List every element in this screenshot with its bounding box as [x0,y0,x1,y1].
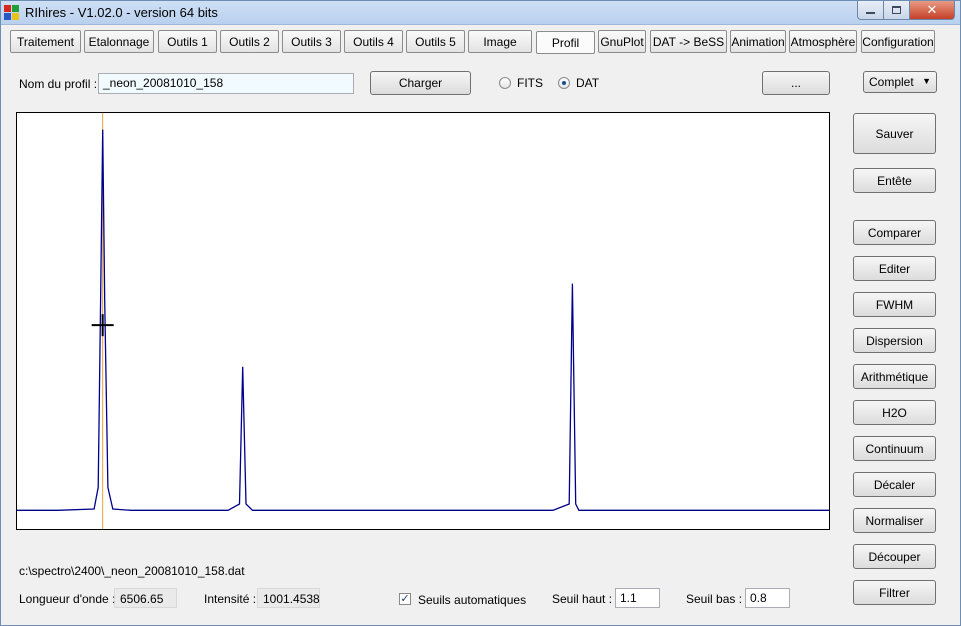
spectrum-series-line [17,129,829,511]
wavelength-label: Longueur d'onde : [19,592,116,606]
file-path: c:\spectro\2400\_neon_20081010_158.dat [19,564,245,578]
normalize-button[interactable]: Normaliser [853,508,936,533]
save-button[interactable]: Sauver [853,113,936,154]
profile-name-input[interactable]: _neon_20081010_158 [98,73,354,94]
maximize-button[interactable] [883,1,910,20]
tab-gnuplot[interactable]: GnuPlot [598,30,646,53]
dispersion-button[interactable]: Dispersion [853,328,936,353]
checkmark-icon: ✓ [400,593,410,605]
tab-dat-bess[interactable]: DAT -> BeSS [650,30,727,53]
intensity-label: Intensité : [204,592,257,606]
load-button[interactable]: Charger [370,71,471,95]
wavelength-value: 6506.65 [114,588,177,608]
auto-thresholds-checkbox[interactable]: ✓ [399,593,411,605]
tab-image[interactable]: Image [468,30,532,53]
dat-radio[interactable] [558,77,570,89]
tab-outils-3[interactable]: Outils 3 [282,30,341,53]
chevron-down-icon: ▼ [922,76,931,86]
mode-select-value: Complet [869,75,914,89]
auto-thresholds-label: Seuils automatiques [418,593,527,607]
app-window: RIhires - V1.02.0 - version 64 bits ✕ Tr… [0,0,961,626]
dat-radio-label: DAT [576,76,600,90]
maximize-icon [892,6,901,14]
app-icon [4,5,20,21]
filter-button[interactable]: Filtrer [853,580,936,605]
fits-radio[interactable] [499,77,511,89]
compare-button[interactable]: Comparer [853,220,936,245]
title-bar[interactable]: RIhires - V1.02.0 - version 64 bits ✕ [1,1,960,25]
crop-button[interactable]: Découper [853,544,936,569]
tab-outils-4[interactable]: Outils 4 [344,30,403,53]
radio-selected-dot [562,81,566,85]
close-icon: ✕ [926,2,938,17]
close-button[interactable]: ✕ [909,1,955,20]
shift-button[interactable]: Décaler [853,472,936,497]
fits-radio-label: FITS [517,76,543,90]
tab-configuration[interactable]: Configuration [861,30,935,53]
tab-traitement[interactable]: Traitement [10,30,81,53]
tab-outils-1[interactable]: Outils 1 [158,30,217,53]
tab-outils-2[interactable]: Outils 2 [220,30,279,53]
tab-animation[interactable]: Animation [730,30,786,53]
window-title: RIhires - V1.02.0 - version 64 bits [25,5,218,20]
arithmetic-button[interactable]: Arithmétique [853,364,936,389]
h2o-button[interactable]: H2O [853,400,936,425]
header-button[interactable]: Entête [853,168,936,193]
low-threshold-input[interactable]: 0.8 [745,588,790,608]
high-threshold-input[interactable]: 1.1 [615,588,660,608]
tab-outils-5[interactable]: Outils 5 [406,30,465,53]
minimize-button[interactable] [857,1,884,20]
high-threshold-label: Seuil haut : [552,592,613,606]
browse-button[interactable]: ... [762,71,830,95]
edit-button[interactable]: Editer [853,256,936,281]
tab-etalonnage[interactable]: Etalonnage [84,30,154,53]
minimize-icon [866,12,875,14]
tab-profil[interactable]: Profil [536,31,595,54]
spectrum-chart [17,113,829,529]
fwhm-button[interactable]: FWHM [853,292,936,317]
tab-atmosphere[interactable]: Atmosphère [789,30,857,53]
continuum-button[interactable]: Continuum [853,436,936,461]
spectrum-plot[interactable] [16,112,830,530]
profile-name-label: Nom du profil : [19,77,98,91]
intensity-value: 1001.4538 [257,588,320,608]
low-threshold-label: Seuil bas : [686,592,743,606]
mode-select[interactable]: Complet ▼ [863,71,937,93]
